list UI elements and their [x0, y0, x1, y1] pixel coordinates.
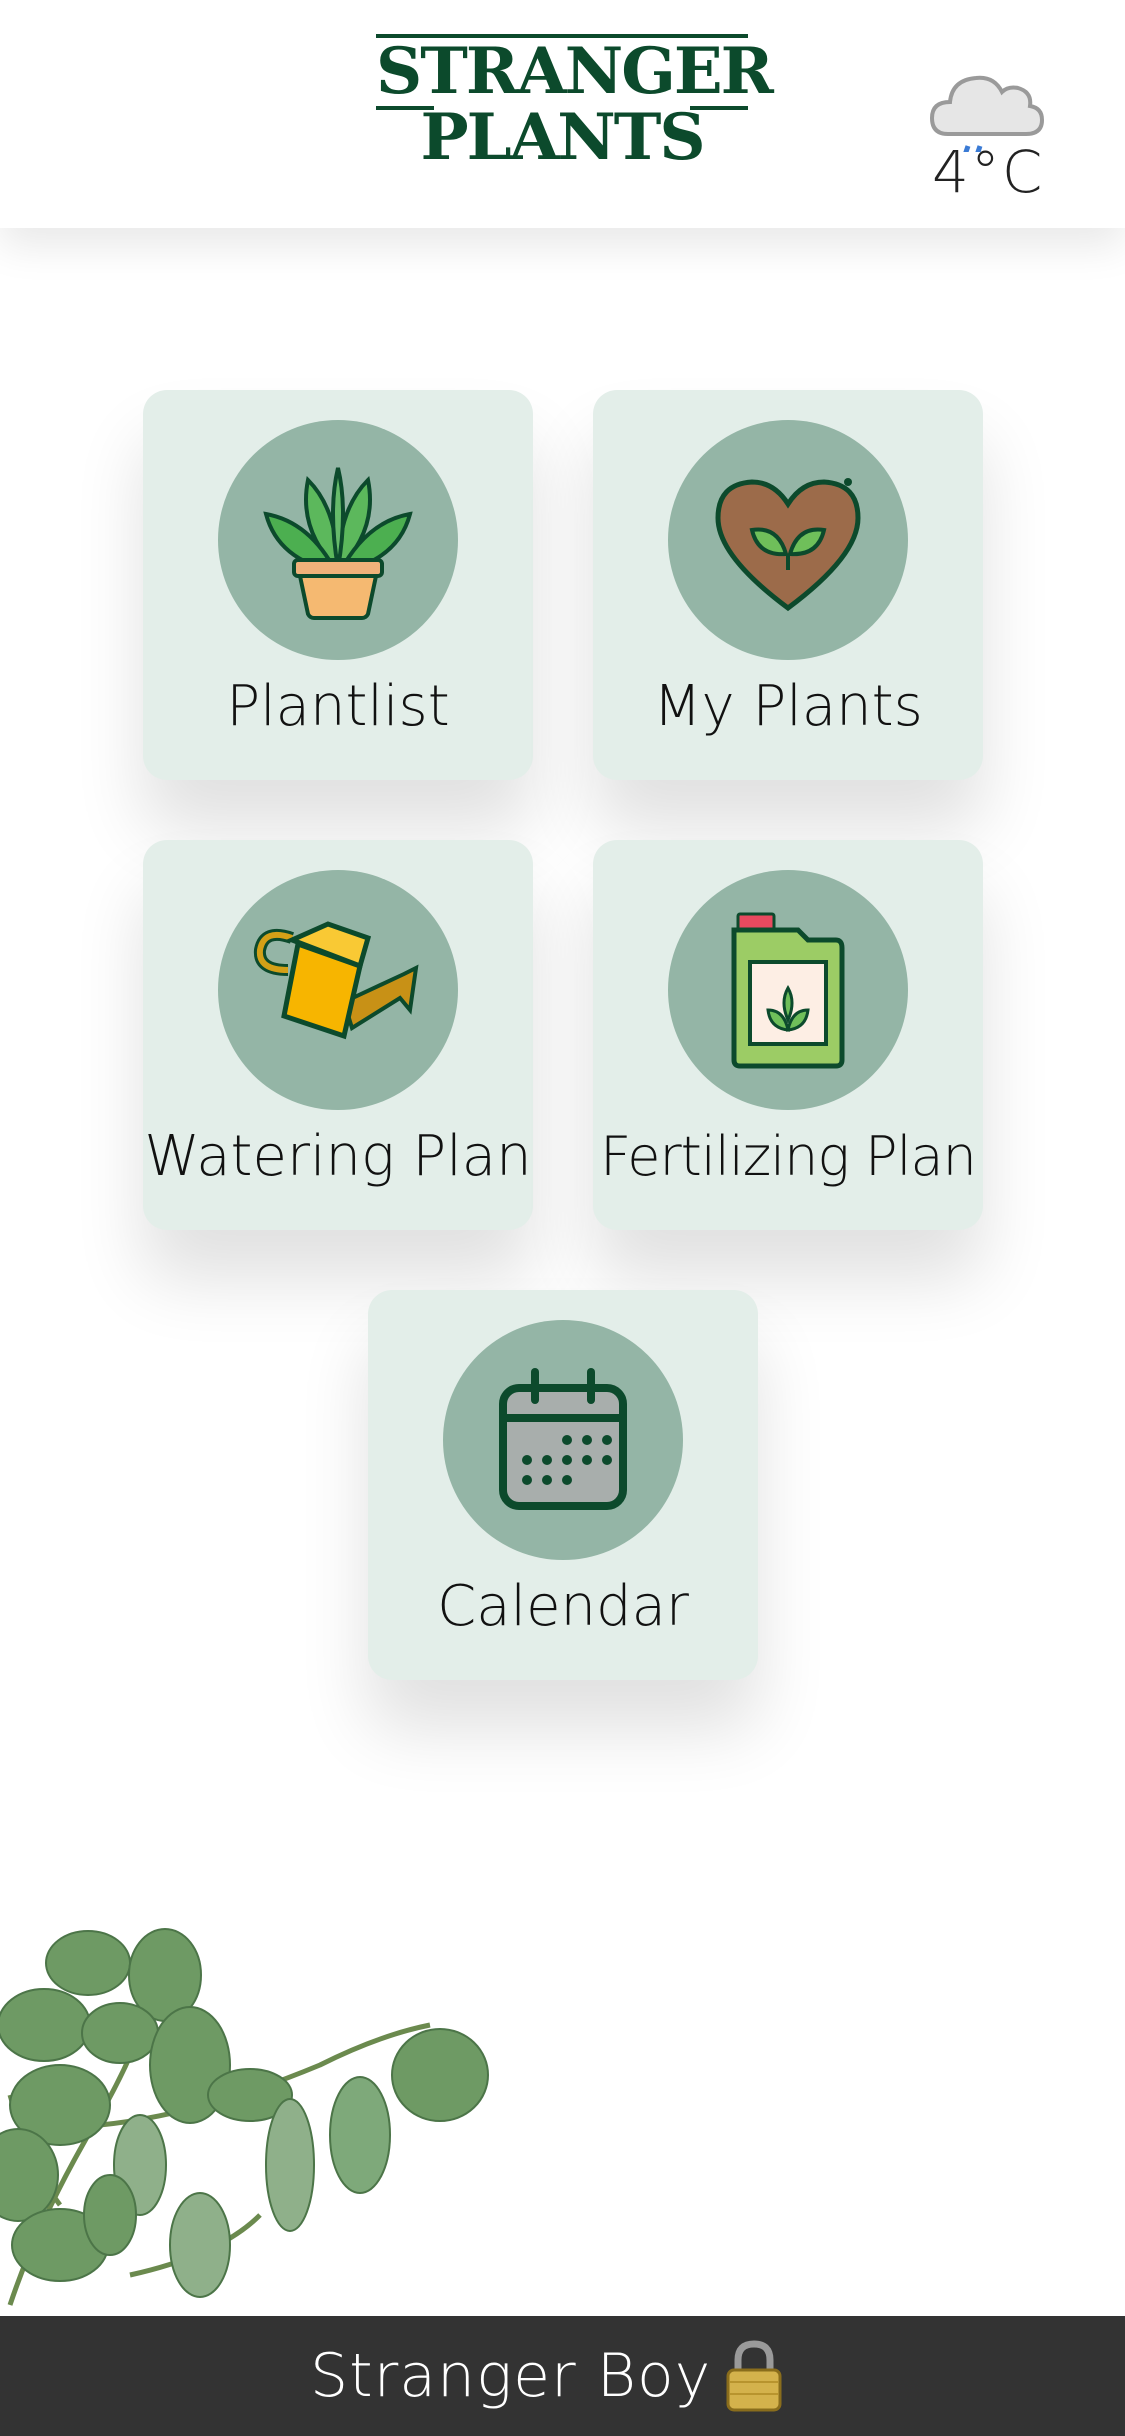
- my-plants-icon-circle: [668, 420, 908, 660]
- calendar-icon-circle: [443, 1320, 683, 1560]
- my-plants-tile[interactable]: My Plants: [593, 390, 983, 780]
- logo-line1: STRANGER: [376, 34, 774, 109]
- username-label: Stranger Boy: [310, 2341, 712, 2411]
- logo-line2: PLANTS: [420, 100, 705, 175]
- fertilizer-canister-icon: [731, 912, 845, 1069]
- fertilizing-plan-icon-circle: [668, 870, 908, 1110]
- plantlist-label: Plantlist: [226, 674, 450, 739]
- calendar-tile[interactable]: Calendar: [368, 1290, 758, 1680]
- weather-widget[interactable]: 4°C: [928, 62, 1048, 202]
- calendar-label: Calendar: [437, 1574, 689, 1639]
- plantlist-tile[interactable]: Plantlist: [143, 390, 533, 780]
- plantlist-icon-circle: [218, 420, 458, 660]
- eucalyptus-decoration: [0, 1928, 489, 2306]
- watering-plan-label: Watering Plan: [144, 1124, 532, 1189]
- user-footer: Stranger Boy: [0, 2316, 1125, 2436]
- fertilizing-plan-label: Fertilizing Plan: [600, 1125, 977, 1188]
- fertilizing-plan-tile[interactable]: Fertilizing Plan: [593, 840, 983, 1230]
- padlock-icon[interactable]: [724, 2340, 784, 2412]
- calendar-icon: [499, 1368, 627, 1510]
- potted-plant-icon: [263, 467, 413, 620]
- watering-plan-tile[interactable]: Watering Plan: [143, 840, 533, 1230]
- app-logo[interactable]: STRANGER PLANTS: [376, 34, 774, 180]
- app-header: STRANGER PLANTS 4°C: [0, 0, 1125, 228]
- my-plants-label: My Plants: [653, 674, 923, 739]
- temperature-label: 4°C: [932, 138, 1045, 206]
- watering-can-icon: [253, 921, 419, 1040]
- heart-leaf-icon: [715, 478, 861, 612]
- watering-plan-icon-circle: [218, 870, 458, 1110]
